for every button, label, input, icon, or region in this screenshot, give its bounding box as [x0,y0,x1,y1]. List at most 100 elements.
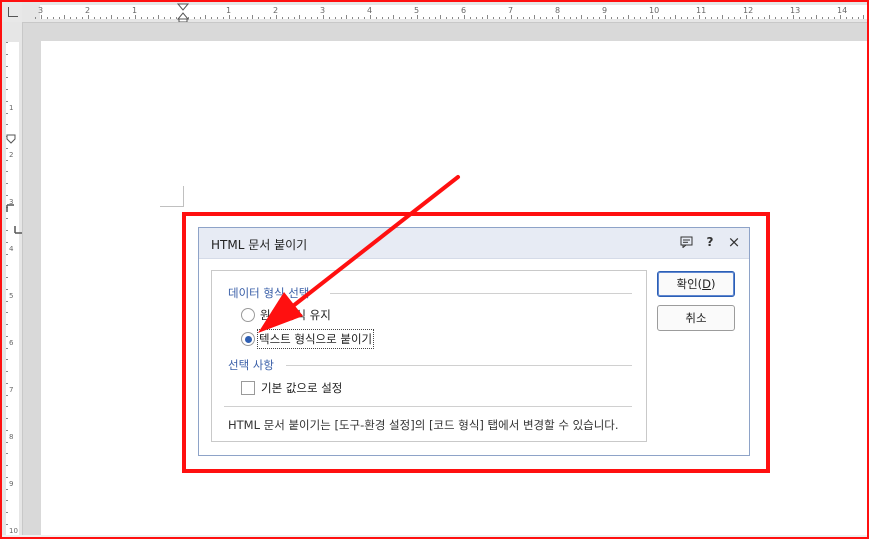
dialog-title: HTML 문서 붙이기 [211,238,308,252]
ruler-tick [6,159,8,161]
ruler-tick [857,17,859,19]
ruler-tick [6,77,8,79]
ruler-tick [258,17,260,19]
close-icon[interactable]: × [727,233,741,251]
ruler-number: 14 [837,6,848,15]
ruler-tick [93,17,95,19]
ruler-tick [575,17,577,19]
margin-marker-icon[interactable] [5,204,19,214]
ruler-tick [99,17,101,19]
ruler-tick [240,17,242,19]
page-margin-corner [160,206,184,207]
ruler-tick [381,17,383,19]
ruler-tick [734,17,736,19]
options-panel: 데이터 형식 선택 원본 형식 유지 텍스트 형식으로 붙이기 선택 사항 기본… [211,270,647,442]
ruler-tick [264,17,266,19]
ruler-tick [6,89,8,90]
option-label-keep-original[interactable]: 원본 형식 유지 [260,307,331,323]
option-label-text-paste[interactable]: 텍스트 형식으로 붙이기 [256,329,375,349]
margin-marker-icon[interactable] [13,225,23,235]
ruler-tick [422,17,424,19]
ruler-number: 8 [555,6,561,15]
ruler-tick [669,17,671,19]
ruler-tick [716,17,718,19]
ruler-tick [6,265,8,267]
ruler-tick [6,100,8,102]
ruler-tick [317,17,318,19]
ruler-tick [129,17,130,19]
ruler-tick [563,17,565,19]
comment-icon[interactable] [679,235,693,249]
ruler-tick [205,15,207,19]
ruler-tick [6,500,8,502]
ruler-tick [781,17,783,19]
checkbox-label-default[interactable]: 기본 값으로 설정 [261,380,342,396]
ruler-tick [839,15,841,19]
ruler-tick [540,17,542,19]
ruler-number: 4 [9,245,14,253]
ruler-tick [305,17,307,19]
ruler-tick [510,15,512,19]
ruler-tick [6,194,8,196]
ruler-number: 1 [9,104,14,112]
cancel-button[interactable]: 취소 [657,305,735,331]
ruler-tick [281,17,283,19]
ruler-tick [275,15,277,19]
help-icon[interactable]: ? [703,235,717,249]
ruler-tick [6,241,8,243]
ruler-tick [70,17,72,19]
ruler-tick [446,17,448,19]
ruler-tick [851,17,853,19]
default-value-checkbox[interactable] [241,381,255,395]
ruler-tick [704,17,706,19]
ruler-tick [798,17,800,19]
ruler-tick [328,17,330,19]
ruler-number: 9 [602,6,608,15]
ruler-tick [740,17,741,19]
ruler-tick [199,17,201,19]
ok-button-label: 확인( [676,277,703,291]
indent-marker-icon[interactable] [176,2,190,22]
ruler-tick [6,253,8,255]
ruler-tick [416,15,418,19]
ruler-tick [76,17,78,19]
ok-button-label-end: ) [711,277,716,291]
group-title-data-format: 데이터 형식 선택 [228,286,310,300]
ruler-tick [834,17,835,19]
ruler-tick [393,15,395,19]
ruler-tick [346,15,348,19]
ruler-number: 5 [414,6,420,15]
ruler-tick [228,15,230,19]
ruler-tick [405,17,407,19]
dialog-titlebar[interactable]: HTML 문서 붙이기 ? × [199,228,749,259]
ruler-tick [158,15,160,19]
ruler-tick [399,17,401,19]
radio-text-paste[interactable] [241,332,255,346]
ruler-tick [646,17,647,19]
vertical-ruler[interactable]: 1 2 3 4 5 6 7 8 9 10 [2,22,23,535]
ruler-tick [516,17,518,19]
ruler-tick [35,17,36,19]
ruler-tick [657,17,659,19]
ok-button[interactable]: 확인(D) [657,271,735,297]
ruler-tick [640,17,642,19]
ruler-tick [6,147,8,149]
ruler-tick [534,15,536,19]
horizontal-ruler[interactable]: 3 2 1 1 2 3 4 5 6 7 8 9 10 11 12 13 14 [22,2,867,23]
ruler-number: 3 [320,6,326,15]
ruler-tick [6,277,8,278]
settings-note: HTML 문서 붙이기는 [도구-환경 설정]의 [코드 형식] 탭에서 변경할… [228,418,619,432]
ruler-tick [816,15,818,19]
ruler-number: 1 [226,6,232,15]
ruler-tick [434,17,436,19]
ruler-corner-button[interactable] [2,2,23,23]
ruler-tick [6,300,8,302]
radio-keep-original[interactable] [241,308,255,322]
ruler-tick [440,15,442,19]
ruler-tick [763,17,765,19]
ruler-tick [52,17,54,19]
ruler-tick [587,17,589,19]
ruler-tick [505,17,506,19]
tab-marker-icon[interactable] [5,134,19,144]
ruler-number: 4 [367,6,373,15]
